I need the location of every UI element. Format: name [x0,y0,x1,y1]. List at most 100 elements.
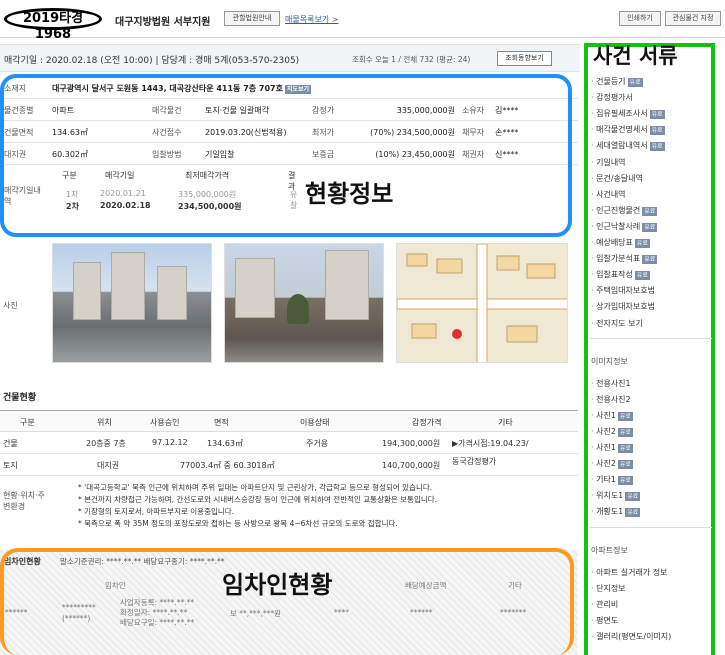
sidebar-item[interactable]: 입찰가분석표유료 [591,253,658,265]
sidebar-item[interactable]: 문건/송달내역 [591,173,643,184]
sidebar-item-label: 평면도 [596,615,619,625]
sidebar-item[interactable]: 사진1유료 [591,442,633,453]
sidebar-item[interactable]: 사진2유료 [591,458,633,470]
photo-map[interactable] [396,243,568,363]
case-number: 2019타경1968 [4,8,102,42]
sidebar-item[interactable]: 전용사진1 [591,378,631,389]
note-line: * 북측으로 폭 약 35M 정도의 포장도로와 접하는 등 사방으로 왕복 4… [78,519,398,528]
table-cell: 주거용 [306,439,329,448]
sidebar-item-label: 전자지도 보기 [596,318,643,328]
photo-apartment-2[interactable] [224,243,384,363]
table-cell: 77003.4㎡ 중 60.3018㎡ [180,461,275,470]
sidebar-item-label: 전용사진1 [596,378,631,388]
court-name: 대구지방법원 서부지원 [115,17,211,28]
sidebar-item[interactable]: 집유필세조사서유료 [591,108,665,120]
sidebar-item[interactable]: 위치도1유료 [591,490,641,502]
sidebar-item-label: 단지정보 [596,583,626,593]
sale-date-info: 매각기일 : 2020.02.18 (오전 10:00) | 담당계 : 경매 … [4,56,300,66]
environment-notes: * '대곡고등학교' 북측 인근에 위치하며 주위 일대는 아파트단지 및 근린… [78,482,578,530]
sidebar-item-label: 매각물건명세서 [596,125,648,135]
sidebar-item[interactable]: 인근낙찰사례유료 [591,221,658,232]
paid-tag: 유료 [642,222,658,232]
paid-tag: 유료 [649,142,665,152]
paid-tag: 유료 [617,411,633,421]
view-count: 조회수 오늘 1 / 전체 732 (평균: 24) [352,55,471,64]
sidebar-item[interactable]: 감정평가서 [591,92,633,103]
sidebar-item[interactable]: 관리비 [591,599,618,610]
sidebar-item-label: 기타1 [596,475,616,485]
paid-tag: 유료 [617,460,633,470]
building-shape [111,252,145,320]
table-row: 건물 20층중 7층 97.12.12 134.63㎡ 주거용 194,300,… [0,432,578,454]
paid-tag: 유료 [634,239,650,248]
table-cell: 134.63㎡ [207,439,243,448]
sidebar-item[interactable]: 세대열람내역서유료 [591,140,665,152]
sidebar-item-label: 문건/송달내역 [596,173,643,183]
sidebar-item-label: 상가임대차보호법 [596,302,655,312]
sidebar-section-title: 이미지정보 [591,356,628,366]
sidebar-item-label: 사건내역 [596,189,626,199]
sidebar-item-label: 기일내역 [596,157,626,167]
sidebar-item[interactable]: 사건내역 [591,189,626,200]
table-cell: 97.12.12 [152,438,188,447]
print-button[interactable]: 인쇄하기 [619,11,661,26]
column-header: 구분 [20,418,35,427]
column-header: 위치 [97,418,112,427]
sidebar-item-label: 아파트 실거래가 정보 [596,567,668,577]
view-trend-button[interactable]: 조회동향보기 [497,51,552,66]
column-header: 면적 [214,418,229,427]
sidebar-item[interactable]: 상가임대차보호법 [591,301,655,312]
sidebar-item[interactable]: 사진2유료 [591,426,633,437]
interest-button[interactable]: 관심물건 지정 [665,11,721,26]
sidebar-item-label: 입찰가분석표 [596,254,641,264]
sidebar-item[interactable]: 개황도1유료 [591,506,641,518]
tree-shape [287,294,309,324]
sidebar-item-label: 전용사진2 [596,394,631,404]
building-shape [235,258,275,318]
building-shape [73,262,101,320]
sidebar-item-label: 관리비 [596,599,619,609]
sidebar-item-label: 감정평가서 [596,93,633,103]
sidebar-item[interactable]: 갤러리(평면도/이미지) [591,631,671,642]
annotation-blue-box [0,74,572,237]
sidebar-item[interactable]: 기일내역 [591,157,626,168]
paid-tag: 유료 [625,492,641,502]
table-cell: 20층중 7층 [86,439,126,448]
court-info-button[interactable]: 관할법원안내 [224,11,280,26]
sidebar-item-label: 집유필세조사서 [596,109,648,119]
paid-tag: 유료 [642,206,658,216]
column-header: 감정가격 [412,418,442,427]
sidebar-item-label: 건물등기 [596,77,626,86]
photo-apartment-1[interactable] [52,243,212,363]
sale-list-link[interactable]: 매물목록보기 > [285,14,338,25]
paid-tag: 유료 [617,444,633,453]
sidebar-item-label: 사진2 [596,426,616,436]
map-image [397,244,567,362]
sidebar-item[interactable]: 평면도 [591,615,618,626]
sidebar-item[interactable]: 인근진행물건유료 [591,205,658,216]
sidebar-item[interactable]: 매각물건명세서유료 [591,124,665,136]
sidebar-item[interactable]: 기타1유료 [591,474,633,486]
sidebar-item-label: 사진2 [596,459,616,469]
sidebar-item[interactable]: 입찰표작성유료 [591,269,650,281]
sidebar-item-label: 인근진행물건 [596,205,641,215]
building-header-row: 구분 위치 사용승인 면적 이용상태 감정가격 기타 [0,410,578,432]
sidebar-item-label: 입찰표작성 [596,270,633,280]
sidebar-item[interactable]: 주택임대차보호법 [591,285,655,296]
paid-tag: 유료 [617,427,633,437]
sidebar-item[interactable]: 전용사진2 [591,394,631,405]
paid-tag: 유료 [634,271,650,281]
building-status-title: 건물현황 [3,393,37,403]
sidebar-item-label: 사진1 [596,410,616,420]
notes-label: 현황·위치·주변환경 [3,491,45,511]
sidebar-item[interactable]: 사진1유료 [591,410,633,421]
sidebar-item[interactable]: 단지정보 [591,583,626,594]
sidebar-item[interactable]: 아파트 실거래가 정보 [591,567,667,578]
sidebar-item[interactable]: 건물등기유료 [591,76,643,87]
sidebar-item[interactable]: 전자지도 보기 [591,318,643,329]
sidebar-item[interactable]: 예상배당표유료 [591,237,650,248]
column-header: 이용상태 [300,418,330,427]
note-line: * '대곡고등학교' 북측 인근에 위치하며 주위 일대는 아파트단지 및 근린… [78,483,433,492]
table-row: 토지 대지권 77003.4㎡ 중 60.3018㎡ 140,700,000원 … [0,454,578,476]
note-line: * 기장형의 토지로서, 아파트부지로 이용중입니다. [78,507,235,516]
